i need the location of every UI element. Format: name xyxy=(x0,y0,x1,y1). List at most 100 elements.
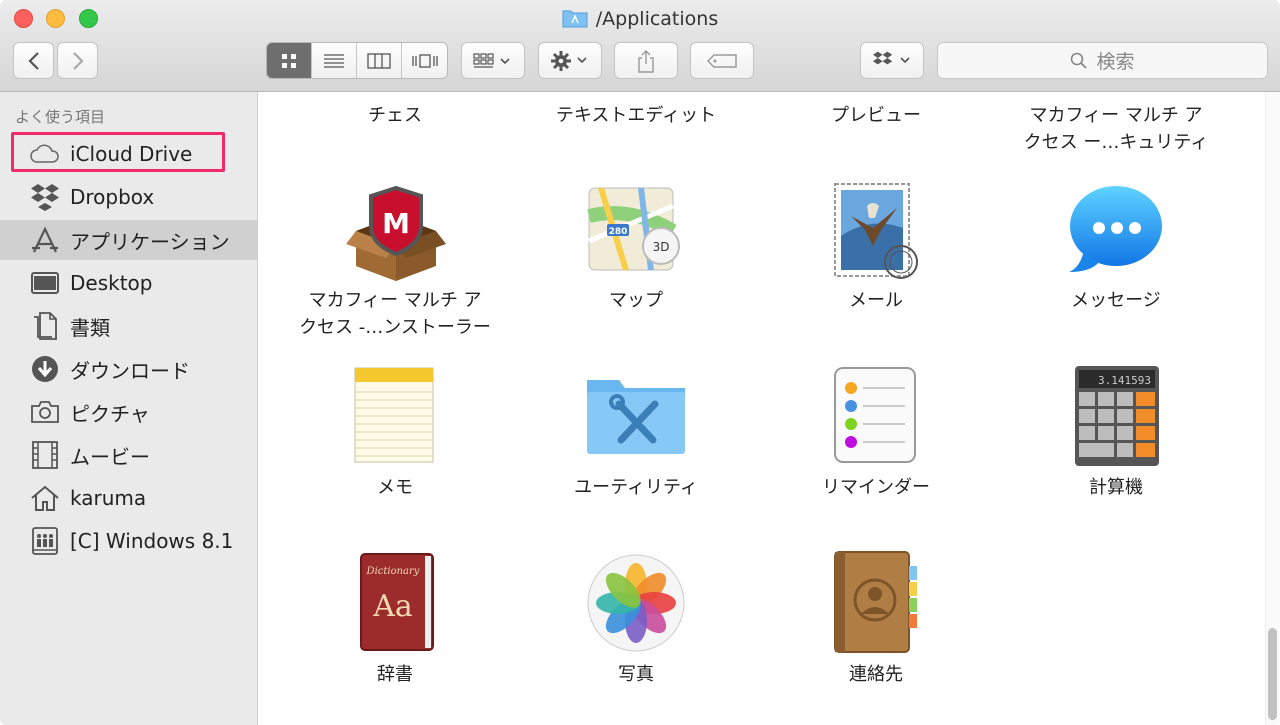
search-icon xyxy=(1071,52,1088,69)
vertical-scrollbar[interactable] xyxy=(1265,92,1280,725)
photos-icon[interactable] xyxy=(581,548,691,658)
file-item-chess[interactable]: チェス xyxy=(275,102,515,129)
notes-icon[interactable] xyxy=(341,362,451,472)
search-field[interactable]: 検索 xyxy=(937,42,1268,79)
file-item-photos[interactable]: 写真 xyxy=(516,661,756,688)
maps-3d-text: 3D xyxy=(653,240,670,254)
columns-icon xyxy=(367,52,391,69)
mcafee-installer-icon[interactable]: M xyxy=(341,176,451,286)
sidebar-item-label: Desktop xyxy=(70,271,153,295)
file-icon-view: チェス テキストエディット プレビュー マカフィー マルチ ア クセス ー…キュ… xyxy=(259,92,1280,725)
sidebar-item-label: アプリケーション xyxy=(70,229,230,254)
sidebar-item-dropbox[interactable]: Dropbox xyxy=(0,177,258,217)
list-view-button[interactable] xyxy=(312,43,357,78)
file-label: ユーティリティ xyxy=(574,477,698,498)
action-button[interactable] xyxy=(538,42,602,79)
tag-icon xyxy=(707,53,737,68)
download-icon xyxy=(30,354,60,384)
dropbox-icon xyxy=(30,182,60,212)
window-title-text: /Applications xyxy=(595,8,719,30)
file-label: マップ xyxy=(609,290,663,311)
dictionary-title: Dictionary xyxy=(366,566,420,577)
sidebar-item-documents[interactable]: 書類 xyxy=(0,306,258,346)
sidebar-item-label: karuma xyxy=(70,486,147,510)
sidebar-item-desktop[interactable]: Desktop xyxy=(0,263,258,303)
documents-icon xyxy=(30,311,60,341)
dropbox-icon xyxy=(873,51,910,64)
file-item-dictionary[interactable]: 辞書 xyxy=(275,661,515,688)
file-label: テキストエディット xyxy=(555,105,717,126)
folder-icon xyxy=(562,8,588,35)
sidebar-item-label: Dropbox xyxy=(70,185,155,209)
coverflow-view-button[interactable] xyxy=(402,43,447,78)
file-item-mcafee-installer[interactable]: マカフィー マルチ ア クセス -…ンストーラー xyxy=(275,287,515,341)
arrange-icon xyxy=(473,52,510,68)
file-item-mcafee-security[interactable]: マカフィー マルチ ア クセス ー…キュリティ xyxy=(996,102,1236,156)
home-icon xyxy=(30,483,60,513)
reminders-icon[interactable] xyxy=(821,362,931,472)
sidebar-item-home[interactable]: karuma xyxy=(0,478,258,518)
file-label: プレビュー xyxy=(831,105,921,126)
sidebar-item-label: [C] Windows 8.1 xyxy=(70,529,234,553)
chevron-left-icon xyxy=(27,51,39,70)
finder-window: /Applications 検索 よく使う項目 iCloud Drive Dro… xyxy=(0,0,1280,725)
file-item-contacts[interactable]: 連絡先 xyxy=(756,661,996,688)
forward-button[interactable] xyxy=(57,42,98,79)
file-label-line2: クセス -…ンストーラー xyxy=(299,317,491,338)
sidebar-item-pictures[interactable]: ピクチャ xyxy=(0,392,258,432)
camera-icon xyxy=(30,397,60,427)
sidebar-item-windows-disk[interactable]: [C] Windows 8.1 xyxy=(0,521,258,561)
share-icon xyxy=(638,49,654,73)
coverflow-icon xyxy=(411,53,438,68)
file-label: メモ xyxy=(377,477,413,498)
sidebar-item-label: ムービー xyxy=(70,444,150,469)
file-label: 辞書 xyxy=(377,664,413,685)
maps-icon[interactable]: 280 3D xyxy=(581,176,691,286)
sidebar-item-movies[interactable]: ムービー xyxy=(0,435,258,475)
sidebar-item-label: 書類 xyxy=(70,315,110,340)
contacts-icon[interactable] xyxy=(821,548,931,658)
file-item-utilities[interactable]: ユーティリティ xyxy=(516,474,756,501)
film-icon xyxy=(30,440,60,470)
file-label-line2: クセス ー…キュリティ xyxy=(1023,132,1209,153)
applications-icon xyxy=(30,225,60,255)
file-item-maps[interactable]: マップ xyxy=(516,287,756,314)
column-view-button[interactable] xyxy=(357,43,402,78)
sidebar-item-icloud-drive[interactable]: iCloud Drive xyxy=(0,134,258,174)
sidebar-item-label: ピクチャ xyxy=(70,401,150,426)
file-label: メッセージ xyxy=(1071,290,1161,311)
file-item-preview[interactable]: プレビュー xyxy=(756,102,996,129)
desktop-icon xyxy=(30,268,60,298)
chevron-right-icon xyxy=(72,51,84,70)
dropbox-toolbar-button[interactable] xyxy=(860,42,924,79)
favorites-header: よく使う項目 xyxy=(15,108,106,126)
file-label: 計算機 xyxy=(1089,477,1143,498)
icon-view-button[interactable] xyxy=(267,43,312,78)
sidebar-item-label: ダウンロード xyxy=(70,358,190,383)
sidebar-item-downloads[interactable]: ダウンロード xyxy=(0,349,258,389)
messages-icon[interactable] xyxy=(1061,176,1171,286)
file-label: メール xyxy=(849,290,903,311)
calculator-icon[interactable]: 3.141593 xyxy=(1061,362,1171,472)
file-item-calculator[interactable]: 計算機 xyxy=(996,474,1236,501)
file-item-notes[interactable]: メモ xyxy=(275,474,515,501)
file-label-line1: マカフィー マルチ ア xyxy=(308,290,482,311)
sidebar-item-applications[interactable]: アプリケーション xyxy=(0,220,258,260)
dictionary-letters: Aa xyxy=(372,589,413,624)
utilities-folder-icon[interactable] xyxy=(581,362,691,472)
calculator-display: 3.141593 xyxy=(1098,374,1151,387)
file-item-messages[interactable]: メッセージ xyxy=(996,287,1236,314)
file-label: リマインダー xyxy=(822,477,930,498)
file-label: 写真 xyxy=(618,664,654,685)
share-button[interactable] xyxy=(614,42,678,79)
scrollbar-thumb[interactable] xyxy=(1268,628,1277,720)
list-icon xyxy=(324,53,344,68)
file-item-mail[interactable]: メール xyxy=(756,287,996,314)
back-button[interactable] xyxy=(13,42,54,79)
mail-icon[interactable] xyxy=(821,176,931,286)
arrange-button[interactable] xyxy=(461,42,525,79)
tag-button[interactable] xyxy=(690,42,754,79)
file-item-textedit[interactable]: テキストエディット xyxy=(516,102,756,129)
file-item-reminders[interactable]: リマインダー xyxy=(756,474,996,501)
dictionary-icon[interactable]: Dictionary Aa xyxy=(341,548,451,658)
